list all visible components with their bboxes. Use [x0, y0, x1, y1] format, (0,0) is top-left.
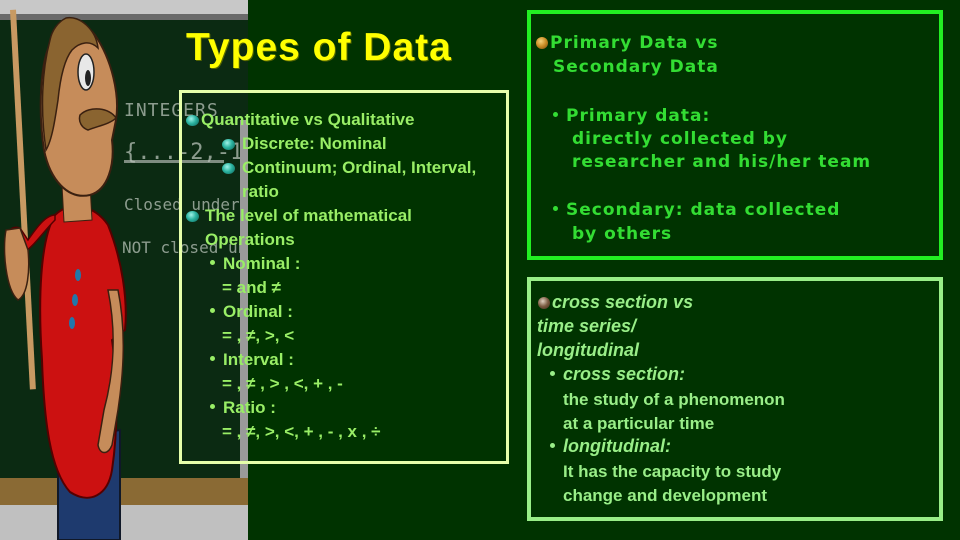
box-heading: time series/ [537, 316, 637, 336]
box-heading: longitudinal [537, 340, 639, 360]
list-item: = , ≠, >, <, + , - , x , ÷ [222, 422, 381, 441]
list-item-term: cross section: [563, 364, 686, 384]
box-heading: cross section vs [552, 292, 694, 312]
list-item: Ordinal : [210, 300, 293, 324]
list-item: Discrete: Nominal [242, 134, 387, 153]
bullet-dot [210, 404, 215, 410]
list-item-line: the study of a phenomenon [563, 390, 785, 409]
list-item: Ratio : [210, 396, 276, 420]
list-item-label: Ordinal : [223, 302, 293, 321]
list-item-line: researcher and his/her team [572, 152, 872, 172]
bullet-dot [553, 111, 558, 117]
box-heading: Primary Data vs [550, 33, 719, 53]
list-item: = and ≠ [222, 278, 281, 297]
bullet-dot [210, 308, 215, 314]
teacher-eye [77, 53, 95, 91]
shirt-button [72, 294, 78, 306]
list-item: Primary data: [553, 105, 710, 128]
list-item: Operations [205, 230, 295, 249]
list-item: longitudinal: [550, 434, 671, 458]
teal-gem-icon [186, 211, 199, 222]
bullet-dot [550, 370, 555, 376]
list-item: Nominal : [210, 252, 300, 276]
teal-gem-icon [222, 139, 235, 150]
gold-ball-icon [536, 37, 548, 49]
list-item-term: longitudinal: [563, 436, 671, 456]
list-item-label: Primary data: [566, 106, 711, 126]
teal-gem-icon [222, 163, 235, 174]
teacher-pupil [85, 70, 91, 86]
bullet-dot [550, 442, 555, 448]
bullet-dot [210, 356, 215, 362]
list-item: Interval : [210, 348, 294, 372]
list-item-label: Nominal : [223, 254, 301, 273]
list-item: ratio [242, 182, 279, 201]
bronze-ball-icon [538, 297, 550, 309]
list-item-label: Ratio : [223, 398, 276, 417]
shirt-button [75, 269, 81, 281]
list-item: Secondary: data collected [553, 199, 840, 222]
list-item: The level of mathematical [205, 206, 412, 225]
bullet-dot [553, 205, 558, 211]
list-item-line: at a particular time [563, 414, 715, 433]
list-item: Quantitative vs Qualitative [201, 110, 415, 129]
list-item: = , ≠, >, < [222, 326, 295, 345]
slide-title: Types of Data [186, 26, 452, 69]
list-item-label: Secondary: data collected [566, 200, 841, 220]
list-item: = , ≠ , > , <, + , - [222, 374, 343, 393]
teal-gem-icon [186, 115, 199, 126]
shirt-button [69, 317, 75, 329]
list-item-line: It has the capacity to study [563, 462, 782, 481]
list-item-line: change and development [563, 486, 768, 505]
list-item-line: by others [572, 224, 673, 244]
bullet-dot [210, 260, 215, 266]
list-item-line: directly collected by [572, 129, 788, 149]
box-heading: Secondary Data [553, 57, 719, 77]
list-item: cross section: [550, 362, 685, 386]
list-item-label: Interval : [223, 350, 294, 369]
list-item: Continuum; Ordinal, Interval, [242, 158, 477, 177]
